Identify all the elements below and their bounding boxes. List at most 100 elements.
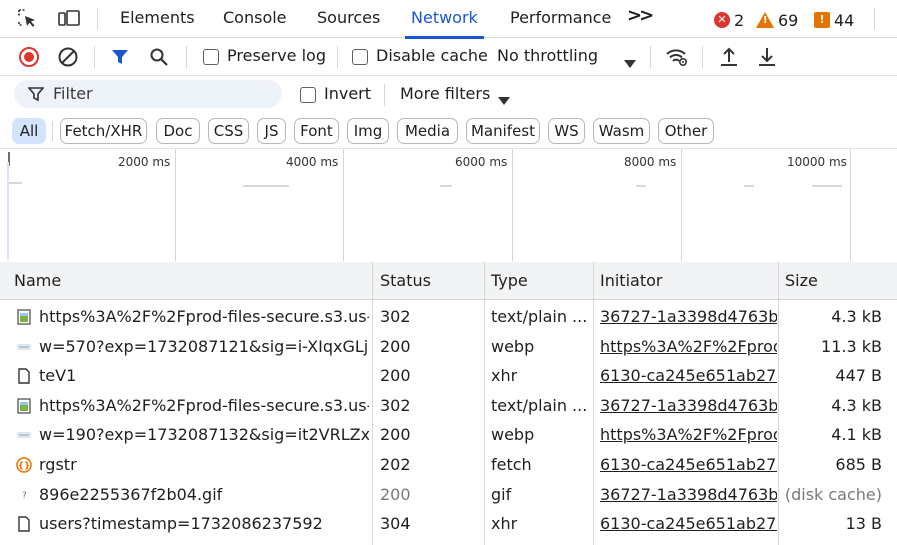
inspect-element-icon[interactable] bbox=[16, 7, 42, 31]
warnings-badge[interactable]: ! 69 bbox=[756, 10, 798, 30]
table-row[interactable]: w=190?exp=1732087132&sig=it2VRLZx... 200 w… bbox=[0, 420, 897, 450]
document-image-icon bbox=[16, 398, 32, 414]
cell-initiator[interactable]: 6130-ca245e651ab27b2 bbox=[600, 450, 777, 480]
overview-tick-label: 10000 ms bbox=[787, 155, 847, 169]
cell-name: 896e2255367f2b04.gif bbox=[39, 484, 223, 504]
stop-recording-icon[interactable] bbox=[18, 46, 40, 72]
chip-font[interactable]: Font bbox=[294, 118, 339, 144]
search-icon[interactable] bbox=[149, 47, 169, 71]
column-header-size[interactable]: Size bbox=[785, 262, 818, 300]
error-icon: ✕ bbox=[714, 12, 730, 28]
device-toolbar-icon[interactable] bbox=[56, 7, 82, 31]
cell-name: users?timestamp=1732086237592 bbox=[39, 514, 323, 534]
table-row[interactable]: https%3A%2F%2Fprod-files-secure.s3.us-..… bbox=[0, 391, 897, 421]
overview-tick-label: 4000 ms bbox=[286, 155, 339, 169]
filter-placeholder[interactable]: Filter bbox=[53, 84, 93, 103]
cell-status: 200 bbox=[380, 484, 411, 504]
cell-type: text/plain ... bbox=[491, 307, 588, 326]
cell-status: 200 bbox=[380, 425, 411, 445]
throttling-select[interactable]: No throttling bbox=[497, 46, 598, 65]
divider bbox=[186, 46, 187, 68]
cell-name: w=570?exp=1732087121&sig=i-XIqxGLj... bbox=[39, 336, 369, 356]
chip-css[interactable]: CSS bbox=[208, 118, 249, 144]
errors-badge[interactable]: ✕ 2 bbox=[714, 10, 744, 30]
more-filters-button[interactable]: More filters bbox=[400, 84, 490, 103]
chip-ws[interactable]: WS bbox=[548, 118, 585, 144]
import-har-icon[interactable] bbox=[718, 45, 740, 73]
table-row[interactable]: ? 896e2255367f2b04.gif 200 gif 36727-1a3398d… bbox=[0, 480, 897, 510]
overview-request-bar bbox=[243, 185, 289, 187]
divider bbox=[702, 46, 703, 68]
chip-all[interactable]: All bbox=[12, 118, 46, 144]
issues-badge[interactable]: ! 44 bbox=[814, 10, 854, 30]
table-row[interactable]: users?timestamp=1732086237592 304 xhr 6130-… bbox=[0, 509, 897, 539]
invert-label[interactable]: Invert bbox=[324, 84, 371, 103]
cell-status: 202 bbox=[380, 455, 411, 474]
cell-type: gif bbox=[491, 484, 512, 504]
filter-funnel-icon[interactable] bbox=[110, 47, 130, 71]
invert-checkbox[interactable] bbox=[300, 87, 316, 103]
image-icon bbox=[16, 427, 32, 443]
network-overview[interactable]: 2000 ms 4000 ms 6000 ms 8000 ms 10000 ms bbox=[0, 148, 897, 261]
cell-name: rgstr bbox=[39, 455, 77, 474]
chip-fetch-xhr[interactable]: Fetch/XHR bbox=[60, 118, 147, 144]
chip-doc[interactable]: Doc bbox=[156, 118, 200, 144]
issues-count: 44 bbox=[834, 10, 855, 30]
cell-initiator[interactable]: https%3A%2F%2Fprod- bbox=[600, 420, 777, 450]
cell-type: webp bbox=[491, 336, 535, 356]
chip-js[interactable]: JS bbox=[257, 118, 286, 144]
cell-size: 4.3 kB bbox=[831, 307, 882, 326]
table-row[interactable]: teV1 200 xhr 6130-ca245e651ab27b2 447 B bbox=[0, 361, 897, 391]
errors-count: 2 bbox=[734, 10, 745, 30]
column-header-initiator[interactable]: Initiator bbox=[600, 262, 662, 300]
chip-other[interactable]: Other bbox=[658, 118, 714, 144]
cell-type: webp bbox=[491, 425, 535, 445]
overview-request-bar bbox=[812, 185, 842, 187]
clear-icon[interactable] bbox=[57, 46, 79, 72]
cell-initiator[interactable]: 6130-ca245e651ab27b2 bbox=[600, 509, 777, 539]
table-row[interactable]: https%3A%2F%2Fprod-files-secure.s3.us-..… bbox=[0, 302, 897, 332]
column-header-name[interactable]: Name bbox=[14, 262, 61, 300]
tab-performance[interactable]: Performance bbox=[510, 0, 611, 38]
overview-gridline bbox=[850, 149, 851, 261]
cell-size: 11.3 kB bbox=[821, 336, 882, 356]
overview-tick-label: 6000 ms bbox=[455, 155, 508, 169]
column-header-status[interactable]: Status bbox=[380, 262, 431, 300]
svg-text:?: ? bbox=[22, 491, 27, 501]
export-har-icon[interactable] bbox=[756, 45, 778, 73]
divider bbox=[384, 84, 385, 106]
chip-media[interactable]: Media bbox=[397, 118, 458, 144]
table-row[interactable]: w=570?exp=1732087121&sig=i-XIqxGLj... 200… bbox=[0, 332, 897, 362]
more-tabs-button[interactable]: >> bbox=[627, 5, 654, 26]
fetch-icon: {} bbox=[16, 457, 32, 473]
cell-initiator[interactable]: https%3A%2F%2Fprod- bbox=[600, 332, 777, 362]
chip-img[interactable]: Img bbox=[347, 118, 389, 144]
cell-type: xhr bbox=[491, 514, 518, 534]
preserve-log-checkbox[interactable] bbox=[203, 49, 219, 65]
tab-network[interactable]: Network bbox=[405, 0, 484, 39]
cell-initiator[interactable]: 36727-1a3398d4763bb bbox=[600, 480, 777, 510]
cell-name: w=190?exp=1732087132&sig=it2VRLZx... bbox=[39, 425, 369, 445]
disable-cache-checkbox[interactable] bbox=[352, 49, 368, 65]
overview-gridline bbox=[512, 149, 513, 261]
cell-initiator[interactable]: 36727-1a3398d4763bb bbox=[600, 302, 777, 332]
chevron-down-icon[interactable] bbox=[624, 53, 636, 72]
chip-wasm[interactable]: Wasm bbox=[593, 118, 650, 144]
overview-request-bar bbox=[440, 185, 452, 187]
cell-initiator[interactable]: 6130-ca245e651ab27b2 bbox=[600, 361, 777, 391]
column-header-type[interactable]: Type bbox=[491, 262, 528, 300]
chevron-down-icon[interactable] bbox=[498, 90, 510, 109]
divider bbox=[650, 46, 651, 68]
tab-sources[interactable]: Sources bbox=[317, 0, 380, 38]
table-row[interactable]: {} rgstr 202 fetch 6130-ca245e651ab27b2 685 B bbox=[0, 450, 897, 480]
cell-status: 304 bbox=[380, 514, 411, 534]
cell-initiator[interactable]: 36727-1a3398d4763bb bbox=[600, 391, 777, 421]
disable-cache-label[interactable]: Disable cache bbox=[376, 46, 488, 65]
preserve-log-label[interactable]: Preserve log bbox=[227, 46, 326, 65]
tab-console[interactable]: Console bbox=[223, 0, 287, 38]
network-conditions-icon[interactable] bbox=[664, 45, 690, 73]
overview-request-bar bbox=[8, 182, 22, 184]
tab-elements[interactable]: Elements bbox=[120, 0, 195, 38]
cell-size: 685 B bbox=[835, 455, 882, 474]
chip-manifest[interactable]: Manifest bbox=[466, 118, 540, 144]
